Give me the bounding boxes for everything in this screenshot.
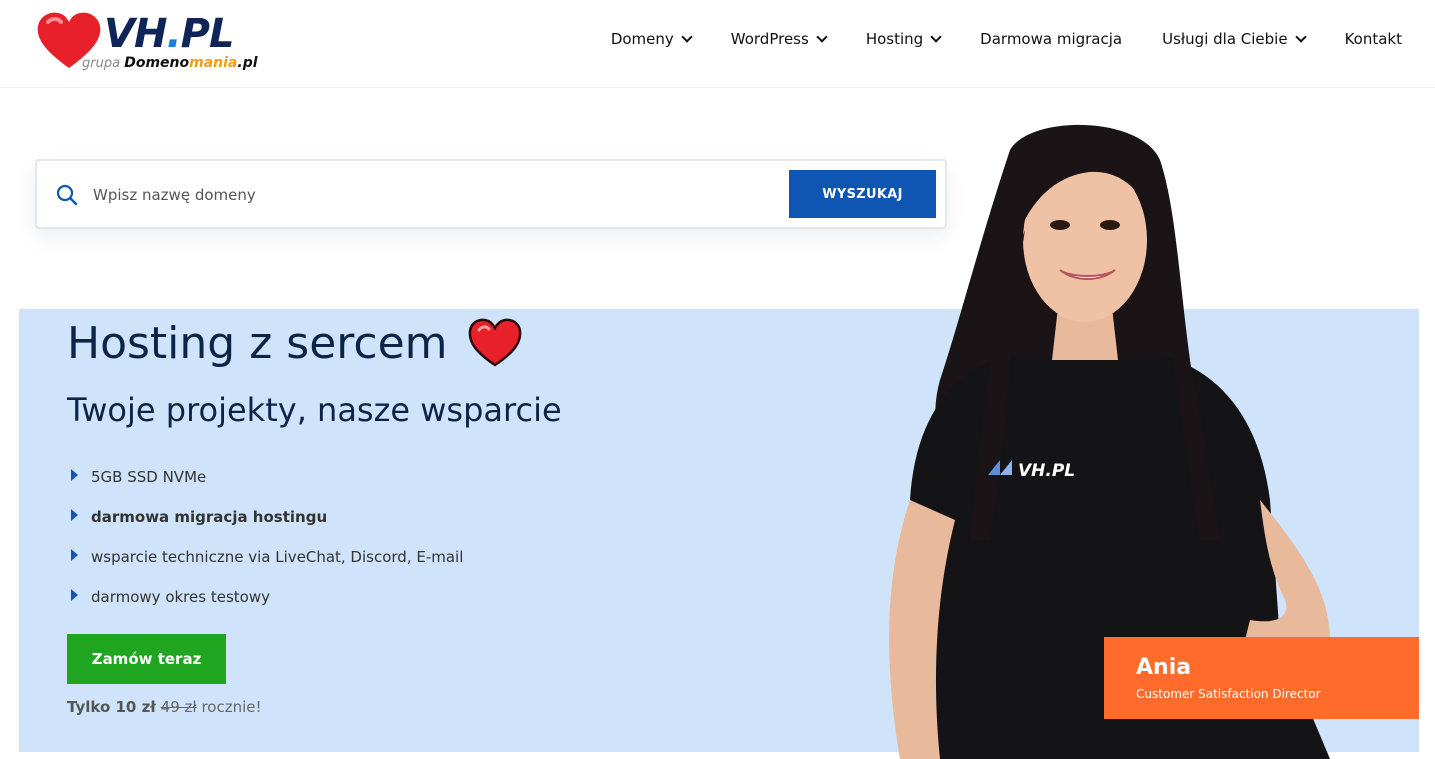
nav-item-darmowa-migracja[interactable]: Darmowa migracja (980, 30, 1122, 48)
price-note: Tylko 10 zł 49 zł rocznie! (67, 698, 262, 716)
heart-icon (468, 318, 521, 367)
nav-item-uslugi[interactable]: Usługi dla Ciebie (1162, 30, 1307, 48)
person-name-card: Ania Customer Satisfaction Director (1104, 637, 1419, 719)
person-name: Ania (1136, 655, 1192, 680)
triangle-bullet-icon (71, 509, 78, 521)
list-item: wsparcie techniczne via LiveChat, Discor… (71, 537, 463, 577)
logo-tagline: grupa Domenomania.pl (82, 55, 258, 71)
hero-title: Hosting z sercem (67, 317, 524, 369)
svg-text:VH.PL: VH.PL (1018, 461, 1075, 481)
nav-item-kontakt[interactable]: Kontakt (1345, 30, 1402, 48)
domain-search-box: WYSZUKAJ (35, 159, 947, 229)
person-role: Customer Satisfaction Director (1136, 687, 1321, 701)
chevron-down-icon (816, 30, 828, 43)
hero-subtitle: Twoje projekty, nasze wsparcie (67, 391, 562, 429)
chevron-down-icon (930, 30, 942, 43)
triangle-bullet-icon (71, 549, 78, 561)
main-nav: Domeny WordPress Hosting Darmowa migracj… (611, 30, 1402, 48)
search-icon (56, 184, 78, 206)
nav-item-wordpress[interactable]: WordPress (731, 30, 828, 48)
nav-item-hosting[interactable]: Hosting (866, 30, 942, 48)
feature-list: 5GB SSD NVMe darmowa migracja hostingu w… (71, 457, 463, 617)
nav-item-domeny[interactable]: Domeny (611, 30, 693, 48)
list-item: darmowy okres testowy (71, 577, 463, 617)
triangle-bullet-icon (71, 469, 78, 481)
logo-wordmark: VH.PL (104, 11, 234, 57)
chevron-down-icon (1294, 30, 1307, 43)
triangle-bullet-icon (71, 589, 78, 601)
domain-search-input[interactable] (93, 175, 773, 215)
list-item: darmowa migracja hostingu (71, 497, 463, 537)
list-item: 5GB SSD NVMe (71, 457, 463, 497)
vh-pl-logo[interactable]: VH.PL grupa Domenomania.pl (34, 10, 258, 72)
order-now-button[interactable]: Zamów teraz (67, 634, 226, 684)
site-header: VH.PL grupa Domenomania.pl Domeny WordPr… (0, 0, 1435, 88)
chevron-down-icon (681, 30, 693, 43)
